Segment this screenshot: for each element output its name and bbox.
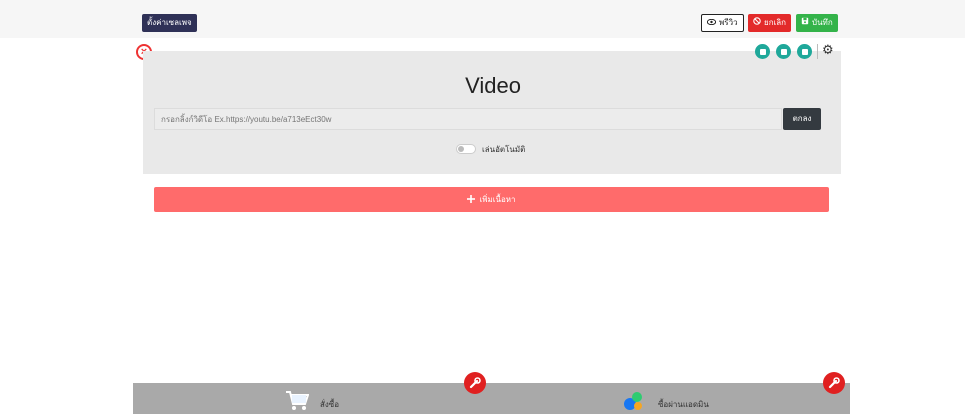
- order-label[interactable]: สั่งซื้อ: [320, 398, 339, 411]
- cart-icon: [285, 390, 310, 417]
- admin-order-label[interactable]: ซื้อผ่านแอดมิน: [658, 398, 709, 411]
- video-url-input[interactable]: [154, 108, 782, 130]
- cancel-button[interactable]: ยกเลิก: [748, 14, 792, 32]
- toolbar-divider: [817, 44, 818, 59]
- plus-icon: [467, 194, 476, 205]
- link-icon[interactable]: [755, 44, 770, 59]
- wrench-icon[interactable]: [464, 372, 486, 394]
- youtube-icon[interactable]: [797, 44, 812, 59]
- ban-icon: [753, 14, 761, 32]
- preview-button[interactable]: พรีวิว: [701, 14, 744, 32]
- add-content-label: เพิ่มเนื้อหา: [479, 195, 516, 204]
- autoplay-toggle[interactable]: [456, 144, 476, 154]
- file-icon[interactable]: [776, 44, 791, 59]
- cancel-label: ยกเลิก: [764, 18, 787, 27]
- save-label: บันทึก: [812, 18, 833, 27]
- eye-icon: [706, 14, 717, 32]
- preview-label: พรีวิว: [719, 18, 738, 27]
- block-title: Video: [465, 73, 521, 98]
- footer-bar: [133, 383, 850, 414]
- gear-icon[interactable]: ⚙: [822, 42, 834, 58]
- page-settings-button[interactable]: ตั้งค่าเซลเพจ: [142, 14, 197, 32]
- floppy-icon: [801, 14, 809, 32]
- save-button[interactable]: บันทึก: [796, 14, 838, 32]
- confirm-button[interactable]: ตกลง: [783, 108, 821, 130]
- wrench-icon[interactable]: [823, 372, 845, 394]
- add-content-button[interactable]: เพิ่มเนื้อหา: [154, 187, 829, 212]
- autoplay-label: เล่นอัตโนมัติ: [482, 145, 526, 154]
- contact-admin-icon: [623, 391, 645, 416]
